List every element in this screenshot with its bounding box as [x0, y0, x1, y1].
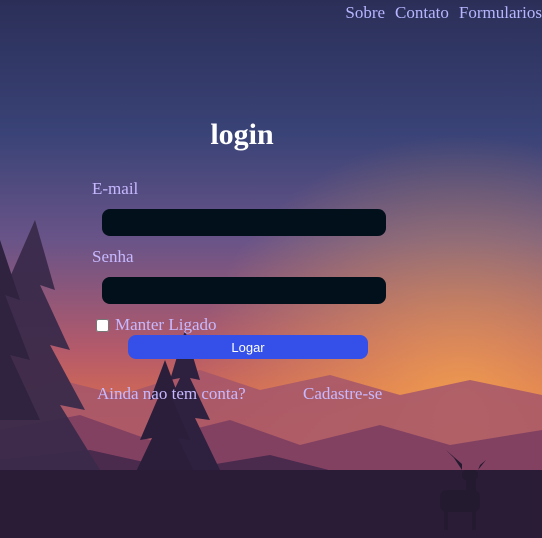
- signup-prompt: Ainda nao tem conta?: [97, 384, 246, 403]
- top-nav: Sobre Contato Formularios: [345, 3, 542, 23]
- login-button[interactable]: Logar: [128, 335, 368, 359]
- nav-link-contato[interactable]: Contato: [395, 3, 449, 23]
- nav-link-sobre[interactable]: Sobre: [345, 3, 385, 23]
- nav-link-formularios[interactable]: Formularios: [459, 3, 542, 23]
- remember-label: Manter Ligado: [115, 315, 217, 334]
- signup-link[interactable]: Cadastre-se: [303, 384, 382, 404]
- password-label: Senha: [92, 247, 134, 266]
- remember-me: Manter Ligado: [96, 315, 217, 335]
- background-landscape: [0, 0, 542, 538]
- password-field[interactable]: [102, 277, 386, 304]
- email-field[interactable]: [102, 209, 386, 236]
- email-label: E-mail: [92, 179, 139, 198]
- remember-checkbox[interactable]: [96, 318, 109, 332]
- page-title: login: [210, 118, 274, 151]
